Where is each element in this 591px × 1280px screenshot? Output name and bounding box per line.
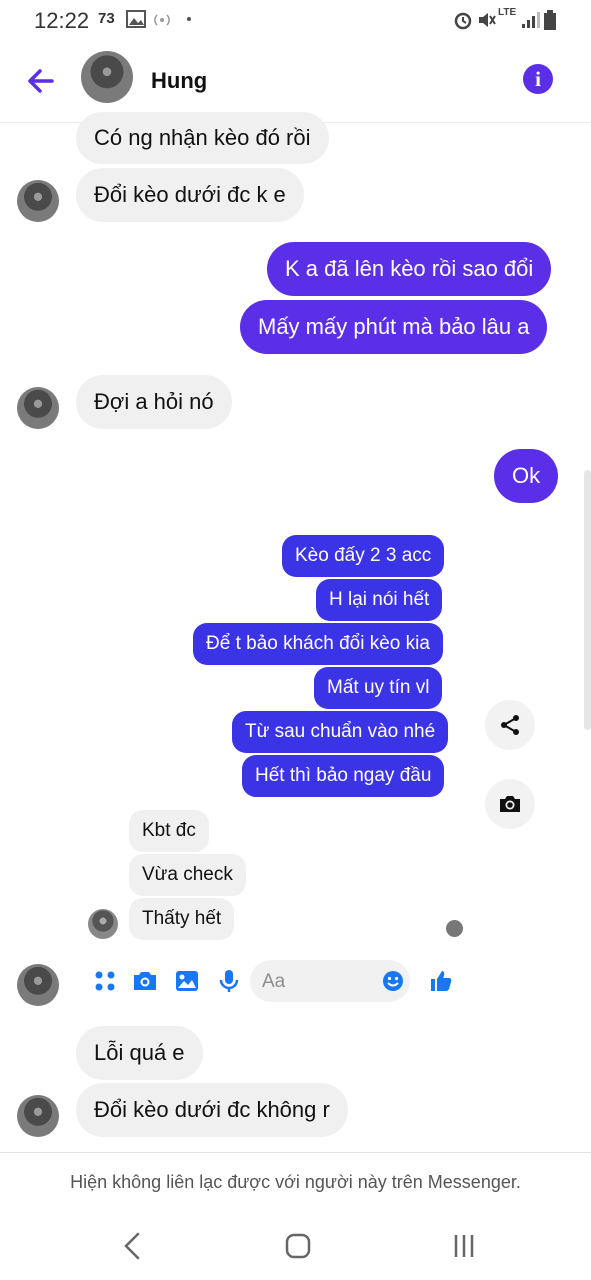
message-bubble: Có ng nhận kèo đó rồi bbox=[76, 112, 329, 164]
message-bubble: Ok bbox=[494, 449, 559, 503]
share-icon bbox=[501, 715, 519, 735]
gallery-icon[interactable] bbox=[174, 968, 200, 994]
message-input[interactable]: Aa bbox=[250, 960, 410, 1002]
message-bubble: K a đã lên kèo rồi sao đổi bbox=[267, 242, 552, 296]
info-icon[interactable]: i bbox=[523, 64, 553, 94]
recents-nav-icon[interactable] bbox=[446, 1230, 482, 1262]
quoted-message: Hết thì bảo ngay đầu bbox=[242, 755, 445, 797]
home-nav-icon[interactable] bbox=[280, 1230, 316, 1262]
share-button[interactable] bbox=[485, 700, 535, 750]
battery-icon bbox=[544, 10, 556, 30]
emoji-icon[interactable] bbox=[382, 970, 404, 992]
quoted-message: Mất uy tín vl bbox=[314, 667, 443, 709]
signal-icon bbox=[522, 12, 540, 28]
contact-name[interactable]: Hung bbox=[151, 68, 207, 94]
status-time: 12:22 bbox=[34, 8, 90, 33]
quoted-message: Kèo đấy 2 3 acc bbox=[282, 535, 445, 577]
conversation-header: Hung i bbox=[0, 40, 591, 123]
contact-avatar-small bbox=[17, 387, 59, 429]
status-bar: 12:22 73 LTE bbox=[0, 0, 591, 38]
contact-avatar-small bbox=[17, 180, 59, 222]
dot-icon bbox=[187, 17, 191, 21]
quoted-message: H lại nói hết bbox=[316, 579, 443, 621]
mute-icon bbox=[479, 13, 496, 27]
screenshot-camera-button[interactable] bbox=[485, 779, 535, 829]
apps-icon[interactable] bbox=[92, 968, 118, 994]
alarm-icon bbox=[454, 12, 472, 30]
hotspot-icon bbox=[154, 14, 170, 26]
message-input-placeholder: Aa bbox=[262, 971, 286, 992]
back-arrow-icon[interactable] bbox=[24, 64, 58, 98]
contact-avatar-small bbox=[17, 964, 59, 1006]
gallery-icon bbox=[126, 10, 146, 28]
contact-avatar-small bbox=[17, 1095, 59, 1137]
message-bubble: Đổi kèo dưới đc k e bbox=[76, 168, 304, 222]
quoted-message: Kbt đc bbox=[129, 810, 209, 852]
notification-count: 73 bbox=[98, 10, 115, 27]
message-bubble: Lỗi quá e bbox=[76, 1026, 203, 1080]
message-bubble: Đợi a hỏi nó bbox=[76, 375, 232, 429]
unavailable-notice: Hiện không liên lạc được với người này t… bbox=[0, 1152, 591, 1211]
quoted-message: Vừa check bbox=[129, 854, 246, 896]
camera-icon[interactable] bbox=[132, 968, 158, 994]
camera-icon bbox=[500, 796, 520, 812]
quoted-message: Từ sau chuẩn vào nhé bbox=[232, 711, 449, 753]
quoted-message: Thấty hết bbox=[129, 898, 235, 940]
microphone-icon[interactable] bbox=[216, 968, 242, 994]
message-bubble: Mấy mấy phút mà bảo lâu a bbox=[240, 300, 548, 354]
seen-avatar bbox=[446, 920, 463, 937]
scroll-indicator[interactable] bbox=[584, 470, 591, 730]
back-nav-icon[interactable] bbox=[116, 1230, 152, 1262]
quoted-message: Để t bảo khách đổi kèo kia bbox=[193, 623, 443, 665]
quoted-avatar bbox=[88, 909, 118, 939]
message-bubble: Đổi kèo dưới đc không r bbox=[76, 1083, 348, 1137]
system-nav-bar bbox=[0, 1212, 591, 1280]
thumbs-up-icon[interactable] bbox=[428, 968, 454, 994]
contact-avatar[interactable] bbox=[81, 51, 133, 103]
network-type: LTE bbox=[498, 7, 517, 18]
